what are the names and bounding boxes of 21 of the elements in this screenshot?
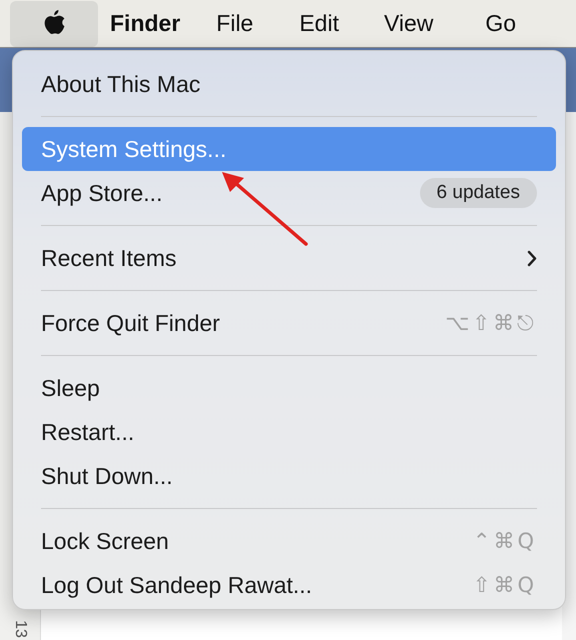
menu-bar-item[interactable]: File [216,10,254,37]
menu-bar-item[interactable]: View [384,10,434,37]
menu-item[interactable]: App Store... 6 updates [22,171,556,215]
menu-item[interactable]: About This Mac [22,62,556,106]
menu-bar-item[interactable]: Edit [299,10,339,37]
menu-item[interactable]: Lock Screen ⌃⌘Q [22,519,556,563]
chevron-right-icon [527,250,537,266]
menu-item[interactable]: Recent Items [22,236,556,280]
keyboard-shortcut: ⇧⌘Q [472,573,537,597]
menu-item[interactable]: Restart... [22,410,556,454]
keyboard-shortcut: ⌥⇧⌘⎋ [445,311,537,335]
updates-badge: 6 updates [420,178,537,208]
menu-bar-item[interactable]: Finder [110,10,180,37]
menu-item[interactable]: Log Out Sandeep Rawat... ⇧⌘Q [22,563,556,607]
menu-item[interactable]: Force Quit Finder ⌥⇧⌘⎋ [22,301,556,345]
apple-menu-button[interactable] [10,0,98,46]
menu-bar-item[interactable]: Go [485,10,516,37]
menu-item[interactable]: Shut Down... [22,454,556,498]
menu-item[interactable]: Sleep [22,366,556,410]
ruler-label: 13 [11,620,29,638]
keyboard-shortcut: ⌃⌘Q [472,529,537,553]
